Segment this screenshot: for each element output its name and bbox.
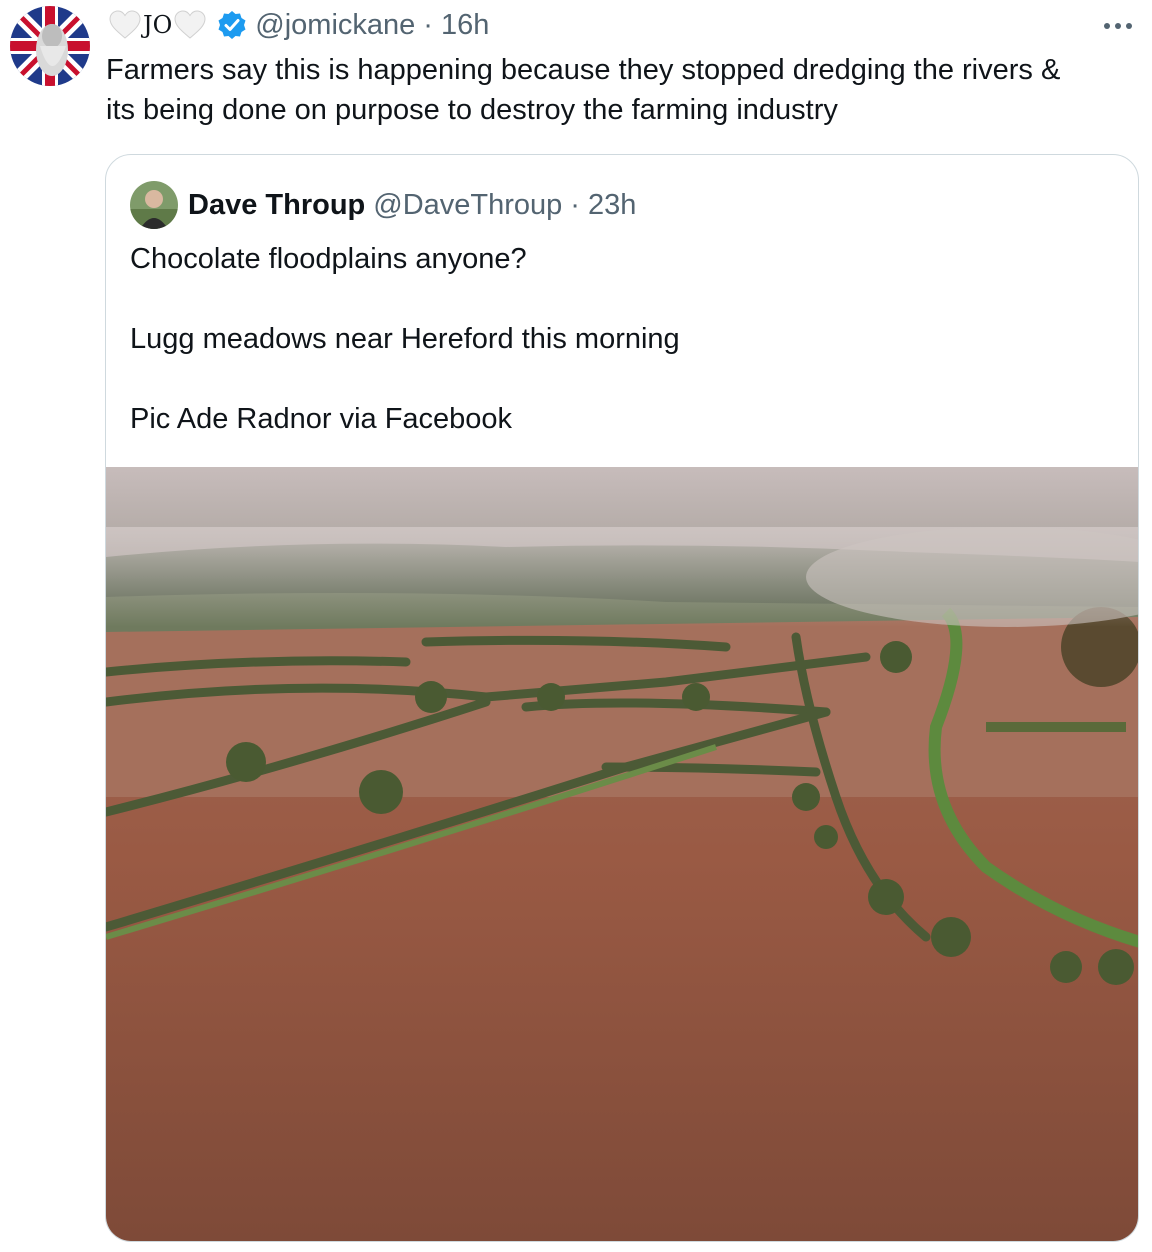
quoted-user-avatar[interactable]: [130, 181, 178, 229]
quoted-tweet-paragraph: Pic Ade Radnor via Facebook: [130, 403, 513, 435]
more-options-button[interactable]: [1098, 14, 1138, 38]
tweet-header: JO @jomickane · 16h: [108, 8, 489, 42]
quoted-tweet-text: Chocolate floodplains anyone? Lugg meado…: [130, 239, 1110, 479]
display-name[interactable]: JO: [108, 10, 207, 40]
separator-dot: ·: [570, 188, 580, 221]
more-dot-icon: [1104, 23, 1110, 29]
more-dot-icon: [1115, 23, 1121, 29]
separator-dot: ·: [423, 8, 433, 41]
tweet-text: Farmers say this is happening because th…: [106, 50, 1136, 130]
display-name-text: JO: [143, 11, 173, 39]
tweet-text-line: Farmers say this is happening because th…: [106, 54, 1061, 86]
quoted-tweet-timestamp[interactable]: 23h: [588, 189, 636, 222]
quoted-user-handle[interactable]: @DaveThroup: [373, 189, 562, 222]
tweet-timestamp[interactable]: 16h: [441, 9, 489, 42]
aerial-flood-image: [106, 467, 1138, 1241]
quoted-display-name[interactable]: Dave Throup: [188, 189, 365, 222]
white-heart-icon: [109, 10, 141, 39]
white-heart-icon: [174, 10, 206, 39]
verified-badge-icon: [218, 11, 246, 39]
user-avatar[interactable]: [10, 6, 90, 86]
quoted-tweet-card[interactable]: Dave Throup @DaveThroup · 23h Chocolate …: [105, 154, 1139, 1242]
quoted-tweet-header: Dave Throup @DaveThroup · 23h: [130, 181, 636, 229]
more-dot-icon: [1126, 23, 1132, 29]
person-avatar-icon: [130, 181, 178, 229]
flood-photo[interactable]: [106, 467, 1138, 1241]
quoted-tweet-paragraph: Lugg meadows near Hereford this morning: [130, 323, 680, 355]
union-jack-avatar-icon: [10, 6, 90, 86]
user-handle[interactable]: @jomickane: [255, 9, 415, 42]
tweet-text-line: its being done on purpose to destroy the…: [106, 94, 838, 126]
quoted-tweet-paragraph: Chocolate floodplains anyone?: [130, 243, 527, 275]
